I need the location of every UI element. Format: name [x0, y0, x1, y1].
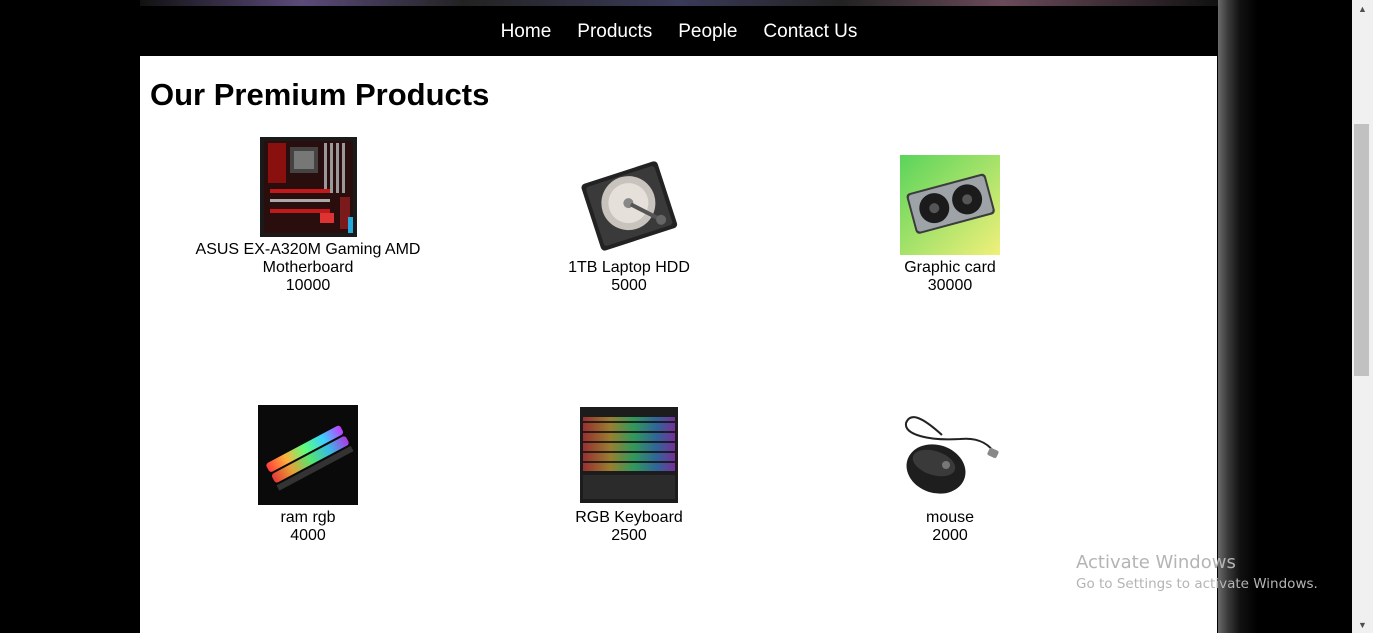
vertical-scrollbar[interactable]: ▲ ▼	[1352, 0, 1373, 633]
product-price: 2000	[932, 527, 968, 544]
product-name: ram rgb	[280, 509, 336, 526]
product-card-graphic-card[interactable]: Graphic card 30000	[800, 155, 1100, 295]
product-card-mouse[interactable]: mouse 2000	[800, 405, 1100, 545]
scrollbar-thumb[interactable]	[1354, 124, 1369, 376]
graphic-card-image	[900, 155, 1000, 255]
mouse-image	[900, 405, 1000, 505]
product-price: 30000	[927, 277, 973, 294]
nav-contact-us[interactable]: Contact Us	[763, 22, 857, 41]
product-card-ram[interactable]: ram rgb 4000	[158, 405, 458, 545]
side-shadow	[1218, 0, 1352, 633]
scroll-down-arrow-icon[interactable]: ▼	[1352, 616, 1373, 633]
product-price: 4000	[290, 527, 326, 544]
hdd-image	[579, 155, 679, 255]
motherboard-image	[259, 137, 357, 237]
nav-home[interactable]: Home	[501, 22, 552, 41]
keyboard-image	[579, 405, 679, 505]
scroll-up-arrow-icon[interactable]: ▲	[1352, 0, 1373, 17]
product-price: 5000	[611, 277, 647, 294]
product-card-hdd[interactable]: 1TB Laptop HDD 5000	[479, 155, 779, 295]
product-name: 1TB Laptop HDD	[568, 259, 690, 276]
products-section: Our Premium Products ASUS EX-A320M Gamin…	[140, 56, 1217, 633]
ram-image	[258, 405, 358, 505]
product-price: 10000	[285, 277, 331, 294]
product-name: Graphic card	[904, 259, 996, 276]
product-name: ASUS EX-A320M Gaming AMD Motherboard	[195, 241, 421, 276]
product-card-keyboard[interactable]: RGB Keyboard 2500	[479, 405, 779, 545]
product-price: 2500	[611, 527, 647, 544]
product-name: RGB Keyboard	[575, 509, 683, 526]
nav-people[interactable]: People	[678, 22, 737, 41]
product-name: mouse	[925, 509, 975, 526]
product-card-motherboard[interactable]: ASUS EX-A320M Gaming AMD Motherboard 100…	[158, 137, 458, 295]
nav-products[interactable]: Products	[577, 22, 652, 41]
top-navbar: Home Products People Contact Us	[140, 6, 1218, 56]
page-title: Our Premium Products	[150, 77, 490, 112]
